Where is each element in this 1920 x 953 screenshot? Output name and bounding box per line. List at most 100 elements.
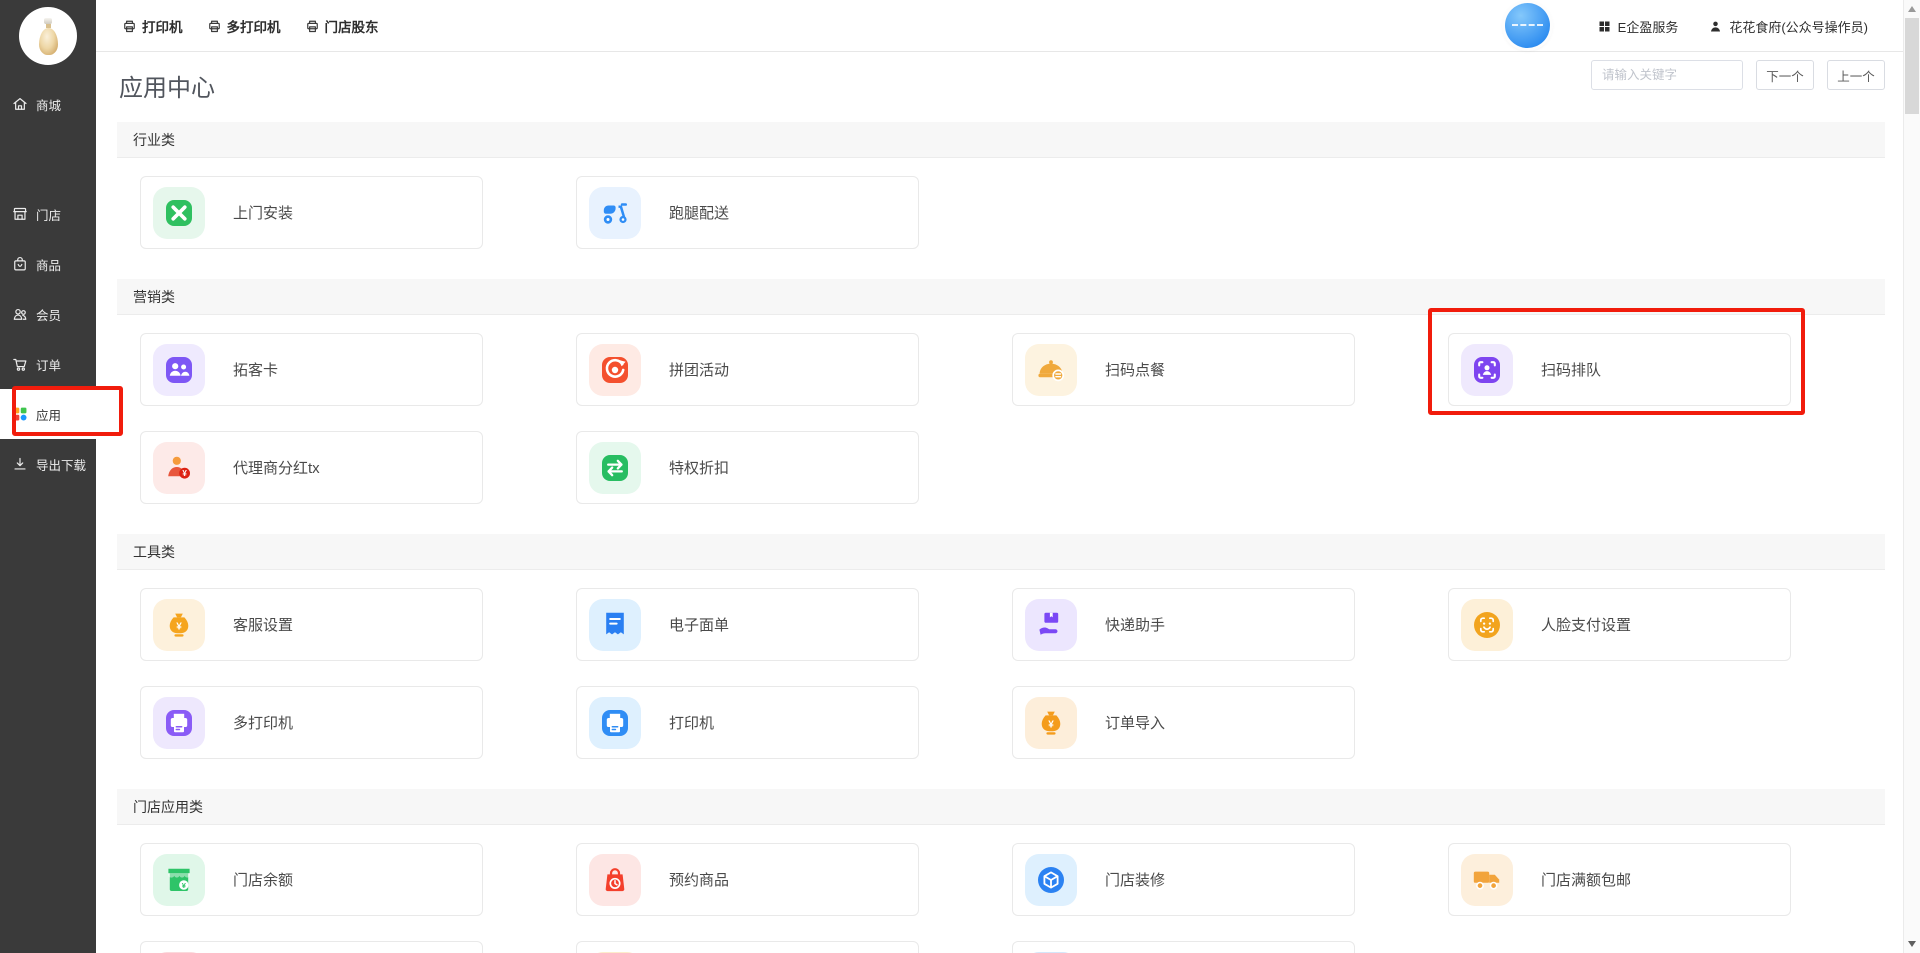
service-menu[interactable]: E企盈服务 (1597, 17, 1679, 36)
app-card-store-decor[interactable]: 门店装修 (1012, 843, 1355, 916)
app-card-scan-order-food[interactable]: 扫码点餐 (1012, 333, 1355, 406)
svg-text:¥: ¥ (1048, 719, 1054, 730)
app-card-store-balance[interactable]: ¥门店余额 (140, 843, 483, 916)
prev-button[interactable]: 上一个 (1827, 60, 1885, 90)
section-header: 门店应用类 (117, 789, 1885, 825)
app-card-label: 特权折扣 (669, 457, 729, 478)
face-scan-icon (1461, 599, 1513, 651)
app-card-label: 扫码排队 (1541, 359, 1601, 380)
truck-icon (1461, 854, 1513, 906)
app-card-customer-card[interactable]: 拓客卡 (140, 333, 483, 406)
topbar-button-printer[interactable]: 打印机 (122, 16, 183, 36)
app-card-privilege-discount[interactable]: 特权折扣 (576, 431, 919, 504)
app-card-face-pay-settings[interactable]: 人脸支付设置 (1448, 588, 1791, 661)
section-3: 工具类 ¥ 客服设置 电子面单 快递助手 人脸支付设置多打印机 打印机 ¥订单导入 (117, 534, 1885, 759)
hand-box-icon (1025, 599, 1077, 651)
app-card-errand-delivery[interactable]: 跑腿配送 (576, 176, 919, 249)
app-card-partial-1[interactable] (140, 941, 483, 953)
person-yen-icon: ¥ (153, 442, 205, 494)
user-menu[interactable]: 花花食府(公众号操作员) (1708, 17, 1868, 36)
app-card-reserve-goods[interactable]: 预约商品 (576, 843, 919, 916)
sidebar-item-label: 会员 (36, 305, 61, 324)
receipt-icon (589, 599, 641, 651)
home-icon (11, 95, 29, 113)
app-card-store-free-shipping[interactable]: 门店满额包邮 (1448, 843, 1791, 916)
help-float-button[interactable] (1505, 3, 1550, 48)
goods-icon (11, 255, 29, 273)
app-card-label: 打印机 (669, 712, 714, 733)
app-card-label: 跑腿配送 (669, 202, 729, 223)
topbar: 打印机 多打印机 门店股东 E企盈服务 花花食府(公众号操作员) (96, 0, 1903, 52)
printer-icon (305, 19, 320, 34)
section-title: 工具类 (133, 544, 175, 560)
printer-icon (589, 697, 641, 749)
app-card-agent-dividend[interactable]: ¥代理商分红tx (140, 431, 483, 504)
scrollbar-down-arrow[interactable] (1908, 941, 1916, 947)
sidebar-item-label: 商品 (36, 255, 61, 274)
grid-icon (1597, 19, 1612, 34)
app-card-label: 扫码点餐 (1105, 359, 1165, 380)
vertical-scrollbar[interactable] (1903, 0, 1920, 953)
section-title: 门店应用类 (133, 799, 203, 815)
section-header: 行业类 (117, 122, 1885, 158)
app-card-label: 快递助手 (1105, 614, 1165, 635)
main-content: 应用中心 下一个 上一个 行业类上门安装跑腿配送营销类拓客卡拼团活动扫码点餐扫码… (96, 52, 1903, 953)
app-card-printer[interactable]: 打印机 (576, 686, 919, 759)
sidebar-item-apps[interactable]: 应用 (0, 389, 127, 439)
tools-icon (153, 187, 205, 239)
scrollbar-thumb[interactable] (1905, 18, 1919, 114)
app-card-scan-queue[interactable]: 扫码排队 (1448, 333, 1791, 406)
svg-text:¥: ¥ (176, 621, 182, 632)
section-title: 行业类 (133, 132, 175, 148)
app-card-group-buy[interactable]: 拼团活动 (576, 333, 919, 406)
sidebar-item-export-download[interactable]: 导出下载 (0, 439, 96, 489)
search-cluster: 下一个 上一个 (1591, 60, 1885, 90)
sidebar-item-label: 门店 (36, 205, 61, 224)
app-card-order-import[interactable]: ¥订单导入 (1012, 686, 1355, 759)
app-card-partial-2[interactable] (576, 941, 919, 953)
sidebar-item-label: 商城 (36, 95, 61, 114)
service-label: E企盈服务 (1618, 17, 1679, 36)
sidebar-item-store[interactable]: 门店 (0, 189, 96, 239)
download-icon (11, 455, 29, 473)
app-card-e-waybill[interactable]: 电子面单 (576, 588, 919, 661)
sidebar-item-mall[interactable]: 商城 (0, 79, 96, 129)
bag-yen-icon: ¥ (1025, 697, 1077, 749)
topbar-right: E企盈服务 花花食府(公众号操作员) (1597, 0, 1868, 52)
app-card-multi-printer[interactable]: 多打印机 (140, 686, 483, 759)
app-card-on-site-install[interactable]: 上门安装 (140, 176, 483, 249)
page-head: 应用中心 下一个 上一个 (117, 52, 1885, 122)
cart-icon (11, 355, 29, 373)
svg-text:¥: ¥ (182, 469, 187, 478)
user-label: 花花食府(公众号操作员) (1729, 17, 1868, 36)
section-4: 门店应用类 ¥门店余额 预约商品 门店装修 门店满额包邮 (117, 789, 1885, 953)
sidebar-item-members[interactable]: 会员 (0, 289, 96, 339)
merchant-logo[interactable] (19, 7, 77, 65)
scrollbar-up-arrow[interactable] (1908, 6, 1916, 12)
next-button[interactable]: 下一个 (1756, 60, 1814, 90)
app-card-partial-3[interactable] (1012, 941, 1355, 953)
group-buy-icon (589, 344, 641, 396)
app-card-express-helper[interactable]: 快递助手 (1012, 588, 1355, 661)
sidebar-item-goods[interactable]: 商品 (0, 239, 96, 289)
sidebar-item-orders[interactable]: 订单 (0, 339, 96, 389)
store-icon (11, 205, 29, 223)
topbar-button-store-shareholder[interactable]: 门店股东 (305, 16, 379, 36)
topbar-button-label: 打印机 (142, 16, 183, 36)
topbar-button-multi-printer[interactable]: 多打印机 (207, 16, 281, 36)
scooter-icon (589, 187, 641, 239)
app-card-label: 门店装修 (1105, 869, 1165, 890)
app-card-label: 预约商品 (669, 869, 729, 890)
bag-yen-icon: ¥ (153, 599, 205, 651)
keyword-search-input[interactable] (1591, 60, 1743, 90)
app-card-label: 客服设置 (233, 614, 293, 635)
store-yen-icon: ¥ (153, 854, 205, 906)
sidebar-item-label: 导出下载 (36, 455, 86, 474)
page-title: 应用中心 (119, 68, 215, 103)
app-card-service-settings[interactable]: ¥ 客服设置 (140, 588, 483, 661)
card-grid: 拓客卡 拼团活动 扫码点餐 扫码排队 ¥代理商分红tx 特权折扣 (140, 333, 1885, 504)
printer-icon (207, 19, 222, 34)
section-1: 行业类上门安装 跑腿配送 (117, 122, 1885, 249)
sidebar: 商城门店商品会员订单应用导出下载 (0, 0, 96, 953)
user-icon (1708, 19, 1723, 34)
